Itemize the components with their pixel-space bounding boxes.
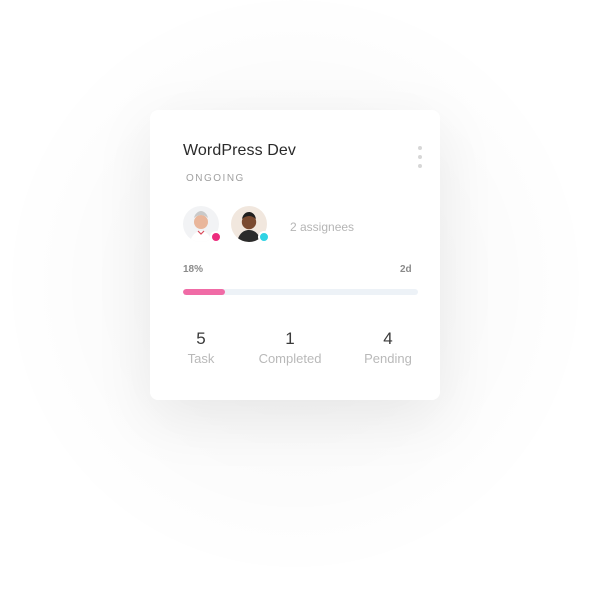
avatar[interactable] xyxy=(231,206,270,243)
progress-fill xyxy=(183,289,226,295)
kebab-dot xyxy=(418,146,422,150)
completed-count: 1 xyxy=(285,329,295,348)
presence-indicator xyxy=(210,231,222,243)
kebab-dot xyxy=(418,164,422,168)
progress-bar xyxy=(183,289,418,295)
task-label: Task xyxy=(187,351,215,366)
assignees-count: 2 assignees xyxy=(290,220,355,234)
pending-label: Pending xyxy=(364,351,412,366)
kebab-menu-icon[interactable] xyxy=(416,146,424,172)
stat-task: 5 Task xyxy=(156,330,246,367)
status-badge: ONGOING xyxy=(186,173,245,184)
task-count: 5 xyxy=(196,329,206,348)
stat-completed: 1 Completed xyxy=(245,330,335,367)
completed-label: Completed xyxy=(258,351,322,366)
avatar[interactable] xyxy=(183,206,222,243)
kebab-dot xyxy=(418,155,422,159)
presence-indicator xyxy=(258,231,270,243)
pending-count: 4 xyxy=(383,329,393,348)
time-left: 2d xyxy=(400,264,412,275)
canvas: WordPress Dev ONGOING 2 assignees 18% 2d… xyxy=(0,0,591,591)
stat-pending: 4 Pending xyxy=(343,330,433,367)
project-card[interactable]: WordPress Dev ONGOING 2 assignees 18% 2d… xyxy=(150,110,440,400)
project-title: WordPress Dev xyxy=(183,142,297,159)
progress-percent: 18% xyxy=(183,264,204,275)
